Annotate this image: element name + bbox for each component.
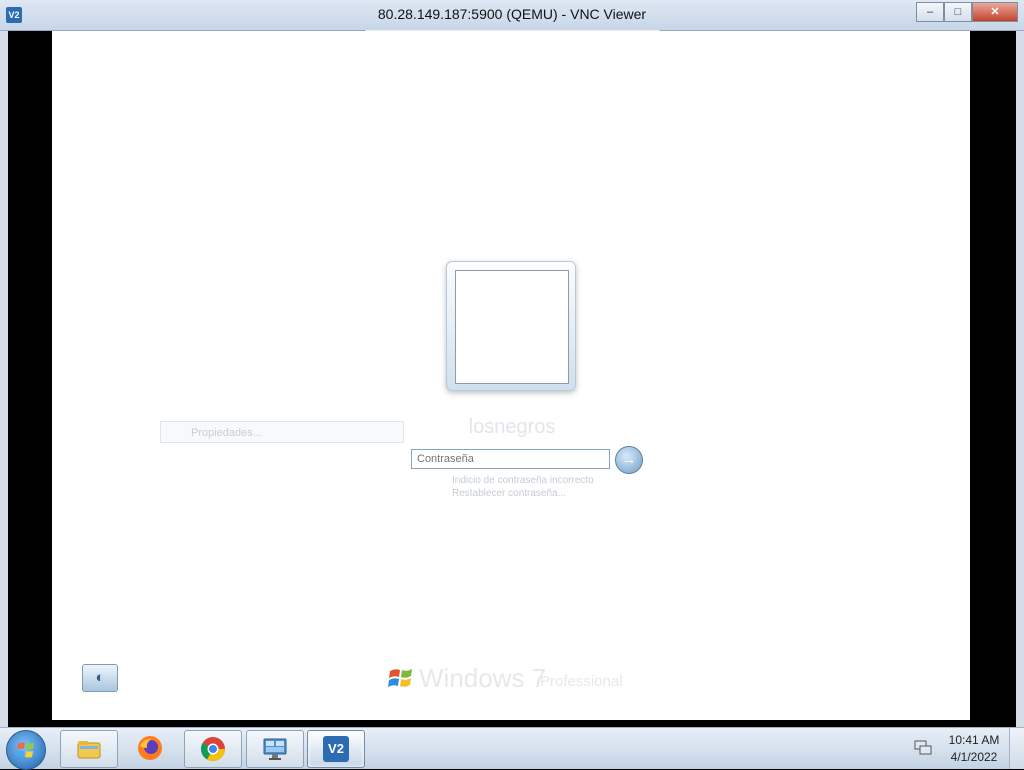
user-avatar bbox=[455, 270, 569, 384]
login-submit-arrow-icon[interactable]: → bbox=[615, 446, 643, 474]
start-button[interactable] bbox=[6, 730, 46, 770]
password-input[interactable] bbox=[411, 449, 610, 469]
clock-date[interactable]: 4/1/2022 bbox=[948, 750, 1000, 764]
minimize-button[interactable]: – bbox=[916, 2, 944, 22]
chrome-icon bbox=[200, 737, 225, 762]
firefox-icon bbox=[138, 736, 162, 760]
window-frame-left bbox=[0, 31, 8, 727]
hidden-username-field[interactable]: Propiedades... bbox=[160, 421, 404, 443]
letterbox-right bbox=[970, 31, 1016, 720]
window-controls: – □ ✕ bbox=[916, 2, 1018, 22]
taskbar-firefox[interactable] bbox=[122, 730, 178, 766]
window-title: 80.28.149.187:5900 (QEMU) - VNC Viewer bbox=[377, 6, 647, 22]
network-screen-icon bbox=[263, 738, 287, 760]
windows-brand-text: Windows 7 bbox=[419, 663, 547, 693]
vnc-title-bar[interactable]: V2 80.28.149.187:5900 (QEMU) - VNC Viewe… bbox=[0, 0, 1024, 31]
windows-start-icon bbox=[17, 742, 34, 758]
letterbox-left bbox=[8, 31, 52, 720]
user-avatar-frame bbox=[446, 261, 576, 391]
maximize-button[interactable]: □ bbox=[944, 2, 972, 22]
window-frame-right bbox=[1016, 31, 1024, 727]
folder-icon bbox=[77, 741, 101, 759]
taskbar-remote-desktop[interactable] bbox=[246, 730, 304, 768]
show-desktop-button[interactable] bbox=[1009, 728, 1024, 769]
reset-password-link[interactable]: Restablecer contraseña... bbox=[452, 488, 566, 499]
password-hint-link[interactable]: Indicio de contraseña incorrecto bbox=[452, 475, 594, 486]
remote-desktop-viewport[interactable]: Propiedades... losnegros → Indicio de co… bbox=[52, 31, 970, 720]
taskbar-windows-explorer[interactable] bbox=[60, 730, 118, 768]
windows-logo-icon bbox=[388, 669, 412, 687]
taskbar-chrome[interactable] bbox=[184, 730, 242, 768]
windows-edition-text: Professional bbox=[540, 673, 623, 690]
clock-time[interactable]: 10:41 AM bbox=[948, 733, 1000, 747]
close-button[interactable]: ✕ bbox=[972, 2, 1018, 22]
network-tray-icon[interactable] bbox=[914, 740, 932, 756]
vnc-icon: V2 bbox=[323, 736, 349, 762]
taskbar-vnc-viewer[interactable]: V2 bbox=[307, 730, 365, 768]
ease-of-access-icon[interactable]: ◐ bbox=[82, 664, 118, 692]
login-username: losnegros bbox=[468, 416, 556, 438]
taskbar: V2 10:41 AM 4/1/2022 bbox=[0, 727, 1024, 770]
